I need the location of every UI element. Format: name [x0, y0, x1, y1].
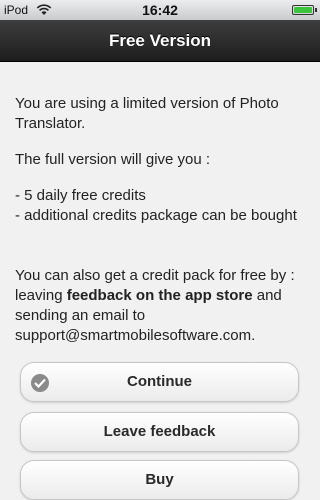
intro-text: You are using a limited version of Photo…: [15, 95, 279, 132]
full-version-heading: The full version will give you :: [15, 151, 211, 168]
page-title: Free Version: [108, 31, 212, 50]
battery-icon: [292, 5, 314, 15]
status-time: 16:42: [142, 2, 178, 18]
continue-button-label: Continue: [127, 373, 192, 390]
checkmark-icon: [31, 374, 49, 392]
buy-button[interactable]: Buy: [20, 460, 299, 500]
leave-feedback-button[interactable]: Leave feedback: [20, 412, 299, 452]
bullet-credit-packages: - additional credits package can be boug…: [15, 207, 297, 224]
bullet-daily-credits: - 5 daily free credits: [15, 187, 146, 204]
battery-tip: [315, 8, 317, 12]
status-bar: iPod 16:42: [0, 0, 320, 20]
feedback-app-store-emphasis: feedback on the app store: [66, 287, 253, 304]
leave-feedback-button-label: Leave feedback: [103, 423, 216, 440]
content-area: You are using a limited version of Photo…: [0, 62, 320, 500]
free-credit-info: You can also get a credit pack for free …: [15, 266, 315, 346]
battery-fill: [294, 7, 312, 13]
navigation-bar: Free Version: [0, 20, 320, 62]
continue-button[interactable]: Continue: [20, 362, 299, 402]
